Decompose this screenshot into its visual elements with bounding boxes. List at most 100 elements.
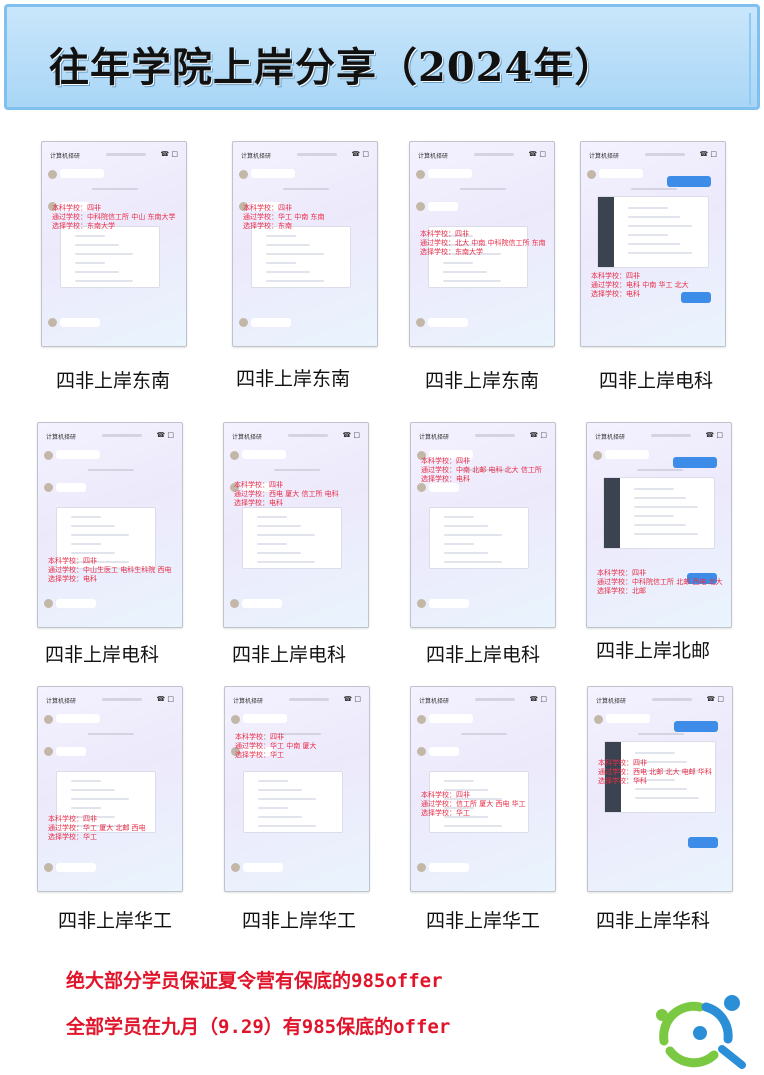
chat-header-icons: ☎ □: [529, 431, 547, 439]
chosen-value: 东南大学: [87, 222, 115, 230]
card-line: [634, 497, 686, 499]
timestamp: [274, 469, 320, 471]
brand-logo-icon: [656, 995, 746, 1069]
chat-bubble: [56, 450, 100, 459]
passed-schools: 通过学校：中科院信工所 北邮 西电 北大: [597, 578, 723, 587]
avatar: [593, 451, 602, 460]
chat-bubble: [429, 714, 473, 723]
chosen-school: 选择学校：电科: [591, 290, 689, 299]
blurred-name: [297, 153, 337, 156]
screenshot-card: [243, 771, 343, 833]
chat-bubble: [429, 483, 459, 492]
passed-label: 通过学校：: [48, 566, 83, 574]
chat-bubble: [606, 714, 650, 723]
card-line: [444, 780, 474, 782]
timestamp: [637, 469, 683, 471]
passed-schools: 通过学校：华工 中南 东南: [243, 213, 324, 222]
passed-value: 中山生医工 电科生科院 西电: [83, 566, 172, 574]
chat-bubble-sent: [674, 721, 718, 732]
admission-info: 本科学校：四非 通过学校：华工 厦大 北邮 西电 选择学校：华工: [48, 815, 146, 842]
passed-label: 通过学校：: [243, 213, 278, 221]
admission-info: 本科学校：四非 通过学校：北大 中南 中科院信工所 东南 选择学校：东南大学: [420, 230, 546, 257]
panel-caption: 四非上岸华工: [241, 910, 356, 932]
avatar: [44, 451, 53, 460]
chosen-value: 华工: [270, 751, 284, 759]
card-line: [257, 561, 315, 563]
blurred-name: [289, 698, 329, 701]
avatar: [48, 170, 57, 179]
chat-screenshot: 计算机择研 ☎ □ 本科学校：四非 通过学校：华工 中南 厦大 选择学校：华工: [224, 686, 370, 892]
passed-value: 华工 厦大 北邮 西电: [83, 824, 146, 832]
card-line: [266, 271, 310, 273]
chat-header-icons: ☎ □: [160, 150, 178, 158]
chat-bubble: [251, 318, 291, 327]
avatar: [44, 715, 53, 724]
chosen-school: 选择学校：华工: [421, 809, 526, 818]
panel-caption: 四非上岸电科: [425, 644, 540, 666]
chat-bubble-sent: [673, 457, 717, 468]
card-line: [71, 552, 115, 554]
chosen-label: 选择学校：: [243, 222, 278, 230]
avatar: [44, 599, 53, 608]
card-line: [75, 244, 119, 246]
avatar: [417, 747, 426, 756]
passed-schools: 通过学校：华工 厦大 北邮 西电: [48, 824, 146, 833]
chosen-label: 选择学校：: [597, 587, 632, 595]
card-line: [628, 252, 692, 254]
passed-schools: 通过学校：华工 中南 厦大: [235, 742, 316, 751]
chosen-school: 选择学校：北邮: [597, 587, 723, 596]
screenshot-card: [603, 477, 715, 549]
chat-header-title: 计算机择研: [418, 153, 449, 160]
avatar: [594, 715, 603, 724]
card-line: [444, 825, 502, 827]
passed-label: 通过学校：: [597, 578, 632, 586]
chat-header-icons: ☎ □: [156, 431, 174, 439]
passed-label: 通过学校：: [235, 742, 270, 750]
passed-schools: 通过学校：中科院信工所 中山 东南大学: [52, 213, 175, 222]
chat-bubble: [243, 863, 283, 872]
chat-screenshot: 计算机择研 ☎ □ 本科学校：四非 通过学校：中山生医工 电科生科院 西电 选择学校：电…: [37, 422, 183, 628]
admission-info: 本科学校：四非 通过学校：西电 厦大 信工所 电科 选择学校：电科: [234, 481, 339, 508]
card-line: [443, 271, 487, 273]
chat-screenshot: 计算机择研 ☎ □ 本科学校：四非 通过学校：信工所 厦大 西电 华工 选择学校：华工: [410, 686, 556, 892]
chat-header-title: 计算机择研: [46, 434, 77, 441]
chosen-school: 选择学校：东南: [243, 222, 324, 231]
blurred-name: [651, 434, 691, 437]
card-line: [257, 543, 287, 545]
chat-header-icons: ☎ □: [699, 150, 717, 158]
card-line: [75, 262, 105, 264]
blurred-name: [474, 153, 514, 156]
chat-header-title: 计算机择研: [589, 153, 620, 160]
chosen-value: 华工: [83, 833, 97, 841]
card-line: [257, 552, 301, 554]
timestamp: [461, 733, 507, 735]
chosen-label: 选择学校：: [234, 499, 269, 507]
avatar: [417, 599, 426, 608]
card-line: [628, 234, 668, 236]
card-line: [443, 262, 473, 264]
admission-info: 本科学校：四非 通过学校：信工所 厦大 西电 华工 选择学校：华工: [421, 791, 526, 818]
panel-caption: 四非上岸华科: [595, 910, 710, 932]
avatar: [44, 747, 53, 756]
avatar: [417, 863, 426, 872]
admission-info: 本科学校：四非 通过学校：华工 中南 东南 选择学校：东南: [243, 204, 324, 231]
passed-label: 通过学校：: [591, 281, 626, 289]
passed-label: 通过学校：: [48, 824, 83, 832]
passed-value: 电科 中南 华工 北大: [626, 281, 689, 289]
chat-screenshot: 计算机择研 ☎ □ 本科学校：四非 通过学校：华工 中南 东南 选择学校：东南: [232, 141, 378, 347]
chat-header-icons: ☎ □: [706, 695, 724, 703]
chat-bubble: [428, 202, 458, 211]
card-line: [258, 816, 302, 818]
card-line: [266, 244, 310, 246]
card-line: [634, 515, 674, 517]
avatar: [230, 451, 239, 460]
card-line: [258, 780, 288, 782]
passed-value: 中科院信工所 北邮 西电 北大: [632, 578, 723, 586]
undergrad-school: 本科学校：四非: [421, 457, 470, 465]
card-line: [266, 235, 296, 237]
card-line: [258, 807, 288, 809]
card-line: [71, 807, 101, 809]
panel-caption: 四非上岸华工: [425, 910, 540, 932]
passed-value: 中科院信工所 中山 东南大学: [87, 213, 176, 221]
timestamp: [638, 733, 684, 735]
